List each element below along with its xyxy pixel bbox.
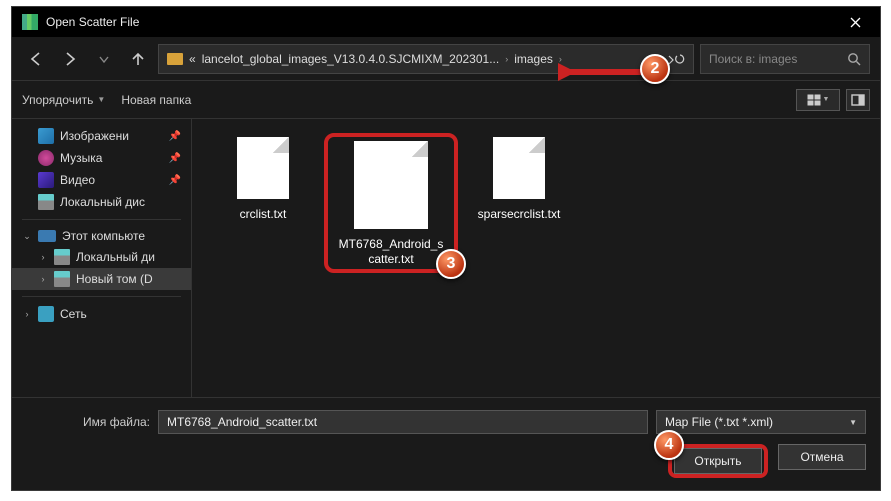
filetype-dropdown[interactable]: Map File (*.txt *.xml)▼: [656, 410, 866, 434]
images-icon: [38, 128, 54, 144]
file-icon: [354, 141, 428, 229]
expand-icon[interactable]: ›: [38, 252, 48, 262]
preview-pane-button[interactable]: [846, 89, 870, 111]
tree-item-thispc[interactable]: ⌄Этот компьюте: [12, 226, 191, 246]
search-placeholder: Поиск в: images: [709, 52, 797, 66]
nav-up-button[interactable]: [124, 45, 152, 73]
music-icon: [38, 150, 54, 166]
file-name: MT6768_Android_scatter.txt: [336, 237, 446, 267]
file-icon: [237, 137, 289, 199]
pin-icon: 📌: [169, 175, 181, 186]
tree-item-localdisk[interactable]: Локальный дис: [12, 191, 191, 213]
toolbar: Упорядочить▼ Новая папка ▼: [12, 81, 880, 119]
tree-item-video[interactable]: Видео📌: [12, 169, 191, 191]
expand-icon[interactable]: ›: [22, 309, 32, 319]
tree-item-music[interactable]: Музыка📌: [12, 147, 191, 169]
disk-icon: [38, 194, 54, 210]
pin-icon: 📌: [169, 131, 181, 142]
new-folder-button[interactable]: Новая папка: [121, 93, 191, 107]
nav-bar: « lancelot_global_images_V13.0.4.0.SJCMI…: [12, 37, 880, 81]
open-button[interactable]: Открыть: [674, 448, 762, 474]
folder-tree[interactable]: Изображени📌 Музыка📌 Видео📌 Локальный дис…: [12, 119, 192, 397]
nav-forward-button[interactable]: [56, 45, 84, 73]
pc-icon: [38, 230, 56, 242]
search-input[interactable]: Поиск в: images: [700, 44, 870, 74]
tree-item-images[interactable]: Изображени📌: [12, 125, 191, 147]
collapse-icon[interactable]: ⌄: [22, 231, 32, 242]
video-icon: [38, 172, 54, 188]
file-name: crclist.txt: [240, 207, 287, 222]
path-prefix: «: [189, 52, 196, 66]
disk-icon: [54, 249, 70, 265]
filename-input[interactable]: [158, 410, 648, 434]
annotation-frame: Открыть 4: [668, 444, 768, 478]
folder-icon: [167, 53, 183, 65]
path-segment-current[interactable]: images: [514, 52, 553, 66]
file-item[interactable]: crclist.txt: [202, 133, 324, 222]
annotation-frame: MT6768_Android_scatter.txt 3: [324, 133, 458, 273]
annotation-badge-2: 2: [640, 54, 670, 84]
disk-icon: [54, 271, 70, 287]
file-name: sparsecrclist.txt: [478, 207, 561, 222]
titlebar: Open Scatter File: [12, 7, 880, 37]
window-close-button[interactable]: [832, 7, 878, 37]
annotation-badge-4: 4: [654, 430, 684, 460]
file-item-selected[interactable]: MT6768_Android_scatter.txt: [330, 137, 452, 267]
dialog-footer: Имя файла: Map File (*.txt *.xml)▼ Откры…: [12, 397, 880, 490]
file-item[interactable]: sparsecrclist.txt: [458, 133, 580, 222]
file-icon: [493, 137, 545, 199]
path-segment[interactable]: lancelot_global_images_V13.0.4.0.SJCMIXM…: [202, 52, 500, 66]
refresh-chevron-icon[interactable]: [667, 52, 685, 66]
tree-item-disk-c[interactable]: ›Локальный ди: [12, 246, 191, 268]
search-icon: [847, 52, 861, 66]
organize-menu[interactable]: Упорядочить▼: [22, 93, 105, 107]
chevron-right-icon: ›: [505, 54, 508, 64]
annotation-badge-3: 3: [436, 249, 466, 279]
window-title: Open Scatter File: [46, 15, 832, 29]
file-list[interactable]: crclist.txt MT6768_Android_scatter.txt 3…: [192, 119, 880, 397]
nav-recent-button[interactable]: [90, 45, 118, 73]
expand-icon[interactable]: ›: [38, 274, 48, 284]
filename-label: Имя файла:: [26, 415, 150, 429]
tree-item-disk-d[interactable]: ›Новый том (D: [12, 268, 191, 290]
cancel-button[interactable]: Отмена: [778, 444, 866, 470]
pin-icon: 📌: [169, 153, 181, 164]
view-mode-button[interactable]: ▼: [796, 89, 840, 111]
network-icon: [38, 306, 54, 322]
tree-item-network[interactable]: ›Сеть: [12, 303, 191, 325]
open-file-dialog: Open Scatter File « lancelot_global_imag…: [11, 6, 881, 491]
app-icon: [22, 14, 38, 30]
nav-back-button[interactable]: [22, 45, 50, 73]
